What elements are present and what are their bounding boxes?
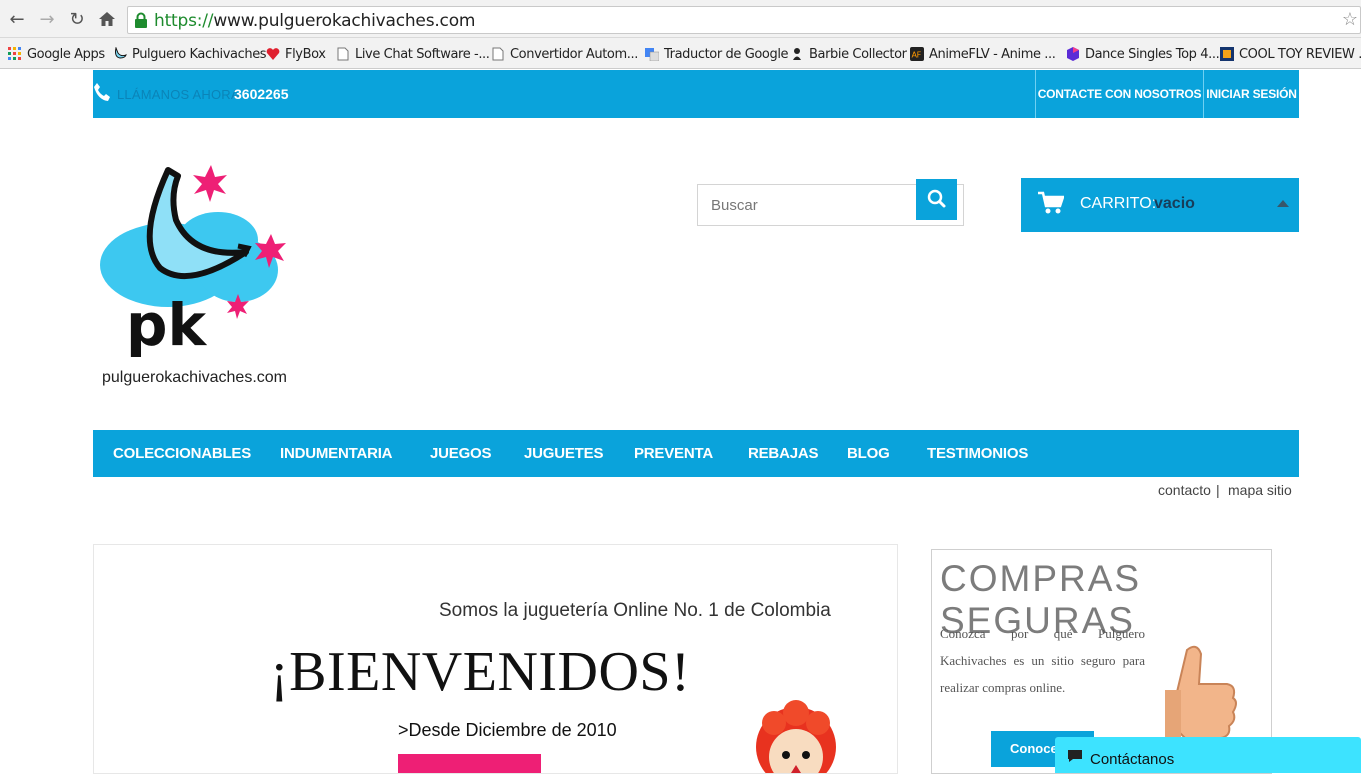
- banner-heading: ¡BIENVENIDOS!: [270, 641, 691, 703]
- search-button[interactable]: [916, 179, 957, 220]
- page-icon: [337, 47, 349, 61]
- bookmark-traductor[interactable]: Traductor de Google: [645, 44, 789, 64]
- thumbs-up-image: [1165, 645, 1237, 746]
- bookmark-flybox[interactable]: FlyBox: [266, 44, 326, 64]
- rag-doll-image: [756, 700, 836, 773]
- nav-coleccionables[interactable]: COLECCIONABLES: [113, 430, 251, 477]
- heart-icon: [266, 48, 280, 60]
- secure-description: Conozca por qué Pulguero Kachivaches es …: [940, 626, 1145, 695]
- caret-up-icon: [1277, 200, 1289, 207]
- contact-us-link[interactable]: CONTACTE CON NOSOTROS: [1035, 70, 1203, 118]
- bookmark-dance[interactable]: Dance Singles Top 4...: [1066, 44, 1220, 64]
- browser-toolbar: ← → ↻ https://www.pulguerokachivaches.co…: [0, 0, 1361, 38]
- bookmark-livechat[interactable]: Live Chat Software -...: [336, 44, 490, 64]
- login-link[interactable]: INICIAR SESIÓN: [1203, 70, 1299, 118]
- cart-label: CARRITO:: [1080, 195, 1157, 212]
- link-separator: |: [1216, 482, 1220, 498]
- banner-tagline: Somos la juguetería Online No. 1 de Colo…: [439, 600, 831, 621]
- nav-blog[interactable]: BLOG: [847, 430, 890, 477]
- lock-icon: [135, 12, 147, 28]
- bookmark-star-icon[interactable]: ☆: [1342, 9, 1358, 30]
- contacto-link[interactable]: contacto: [1158, 482, 1211, 498]
- chat-bubble-icon: [1068, 750, 1082, 762]
- search-icon: [927, 189, 946, 208]
- nav-juegos[interactable]: JUEGOS: [430, 430, 492, 477]
- home-icon[interactable]: [96, 8, 118, 30]
- translate-icon: [645, 48, 659, 61]
- barbie-icon: [793, 48, 801, 60]
- sitemap-link[interactable]: mapa sitio: [1228, 482, 1292, 498]
- bookmark-cooltoy[interactable]: COOL TOY REVIEW ...: [1220, 44, 1361, 64]
- site-logo[interactable]: pk: [98, 160, 298, 360]
- main-navigation: COLECCIONABLES INDUMENTARIA JUEGOS JUGUE…: [93, 430, 1299, 477]
- nav-juguetes[interactable]: JUGUETES: [524, 430, 603, 477]
- bookmark-pulguero[interactable]: Pulguero Kachivaches: [113, 44, 267, 64]
- address-bar[interactable]: https://www.pulguerokachivaches.com ☆: [127, 6, 1361, 34]
- search-input[interactable]: [698, 185, 918, 225]
- page-icon: [492, 47, 504, 61]
- apps-grid-icon: [8, 47, 21, 60]
- shopping-cart-icon: [1038, 191, 1064, 214]
- banner-since: >Desde Diciembre de 2010: [398, 720, 617, 740]
- bookmark-barbie[interactable]: Barbie Collector: [790, 44, 907, 64]
- phone-number: 3602265: [234, 86, 289, 102]
- logo-text: pulguerokachivaches.com: [102, 369, 287, 386]
- forward-arrow-icon[interactable]: →: [36, 8, 58, 30]
- dance-icon: [1067, 47, 1079, 61]
- banner-pink-button[interactable]: [398, 754, 541, 773]
- welcome-banner: Somos la juguetería Online No. 1 de Colo…: [93, 544, 898, 774]
- nav-testimonios[interactable]: TESTIMONIOS: [927, 430, 1028, 477]
- chat-label: Contáctanos: [1090, 751, 1175, 768]
- reload-icon[interactable]: ↻: [66, 8, 88, 30]
- bookmark-convertidor[interactable]: Convertidor Autom...: [491, 44, 638, 64]
- nav-preventa[interactable]: PREVENTA: [634, 430, 713, 477]
- anime-icon: AF: [910, 47, 924, 61]
- url-text: https://www.pulguerokachivaches.com: [154, 11, 476, 31]
- bookmarks-bar: Google Apps Pulguero Kachivaches FlyBox …: [0, 38, 1361, 69]
- cart-status: vacio: [1154, 195, 1195, 212]
- logo-monogram: pk: [126, 291, 208, 359]
- nav-rebajas[interactable]: REBAJAS: [748, 430, 818, 477]
- bookmark-animeflv[interactable]: AF AnimeFLV - Anime ...: [910, 44, 1056, 64]
- nav-indumentaria[interactable]: INDUMENTARIA: [280, 430, 393, 477]
- cart-button[interactable]: CARRITO: vacio: [1021, 178, 1299, 232]
- back-arrow-icon[interactable]: ←: [6, 8, 28, 30]
- top-info-bar: LLÁMANOS AHORA 3602265 CONTACTE CON NOSO…: [93, 70, 1299, 118]
- phone-icon: [94, 83, 110, 101]
- bookmark-google-apps[interactable]: Google Apps: [8, 44, 105, 64]
- video-icon: [1220, 47, 1234, 61]
- call-label: LLÁMANOS AHORA: [117, 87, 240, 102]
- site-favicon-icon: [115, 47, 127, 59]
- svg-text:AF: AF: [912, 51, 922, 60]
